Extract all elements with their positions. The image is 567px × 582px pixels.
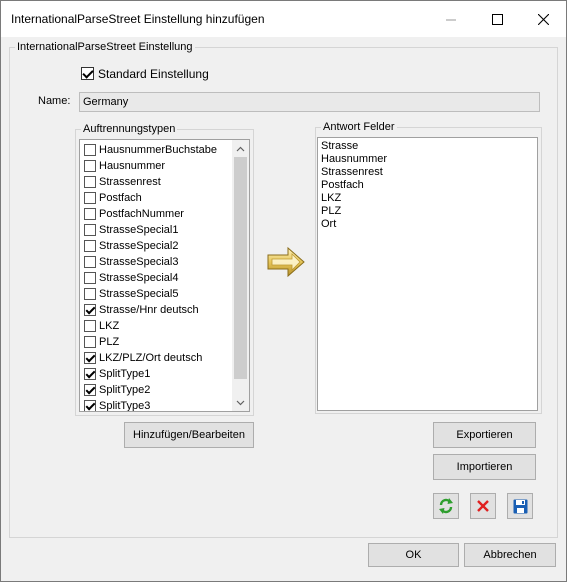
delete-button[interactable] xyxy=(470,493,496,519)
maximize-icon xyxy=(491,13,503,25)
close-icon xyxy=(537,13,549,25)
answer-line: PLZ xyxy=(321,205,342,217)
list-item-label: HausnummerBuchstabe xyxy=(99,144,218,156)
import-button[interactable]: Importieren xyxy=(433,454,536,480)
list-item-label: SplitType3 xyxy=(99,400,151,412)
name-field[interactable]: Germany xyxy=(79,92,540,112)
split-types-legend: Auftrennungstypen xyxy=(83,123,176,135)
list-item[interactable]: PostfachNummer xyxy=(82,206,232,222)
scroll-down-button[interactable] xyxy=(232,394,249,411)
list-item-checkbox[interactable] xyxy=(84,320,96,332)
list-item[interactable]: LKZ xyxy=(82,318,232,334)
refresh-icon xyxy=(439,498,453,514)
list-item-label: StrasseSpecial2 xyxy=(99,240,179,252)
list-item[interactable]: Postfach xyxy=(82,190,232,206)
list-item-label: SplitType2 xyxy=(99,384,151,396)
list-item-label: Postfach xyxy=(99,192,142,204)
answer-line: Strassenrest xyxy=(321,166,383,178)
list-item-label: Hausnummer xyxy=(99,160,166,172)
list-item-checkbox[interactable] xyxy=(84,384,96,396)
cancel-button[interactable]: Abbrechen xyxy=(464,543,556,567)
list-item-checkbox[interactable] xyxy=(84,368,96,380)
list-item-checkbox[interactable] xyxy=(84,272,96,284)
list-item-checkbox[interactable] xyxy=(84,176,96,188)
standard-checkbox-label[interactable]: Standard Einstellung xyxy=(98,67,209,81)
save-icon xyxy=(513,499,527,513)
ok-button[interactable]: OK xyxy=(368,543,459,567)
list-item[interactable]: PLZ xyxy=(82,334,232,350)
listbox-scrollbar[interactable] xyxy=(232,140,249,411)
list-item-checkbox[interactable] xyxy=(84,240,96,252)
arrow-right-icon[interactable] xyxy=(266,246,306,278)
title-bar: InternationalParseStreet Einstellung hin… xyxy=(1,1,566,37)
list-item[interactable]: SplitType1 xyxy=(82,366,232,382)
list-item-label: StrasseSpecial5 xyxy=(99,288,179,300)
list-item-label: StrasseSpecial3 xyxy=(99,256,179,268)
list-item-checkbox[interactable] xyxy=(84,352,96,364)
name-label: Name: xyxy=(38,95,71,107)
list-item-label: Strassenrest xyxy=(99,176,161,188)
answer-line: Strasse xyxy=(321,140,359,152)
dialog-window: InternationalParseStreet Einstellung hin… xyxy=(0,0,567,582)
list-item[interactable]: StrasseSpecial1 xyxy=(82,222,232,238)
answer-line: Ort xyxy=(321,218,337,230)
list-item[interactable]: Strasse/Hnr deutsch xyxy=(82,302,232,318)
list-item[interactable]: Strassenrest xyxy=(82,174,232,190)
list-item-checkbox[interactable] xyxy=(84,224,96,236)
list-item-label: SplitType1 xyxy=(99,368,151,380)
list-item-checkbox[interactable] xyxy=(84,208,96,220)
list-item[interactable]: HausnummerBuchstabe xyxy=(82,142,232,158)
list-item[interactable]: StrasseSpecial3 xyxy=(82,254,232,270)
answer-fields-textbox[interactable]: Strasse Hausnummer Strassenrest Postfach LKZ… xyxy=(317,137,538,411)
list-item-checkbox[interactable] xyxy=(84,160,96,172)
scroll-thumb[interactable] xyxy=(234,157,247,379)
chevron-down-icon xyxy=(236,400,245,405)
split-types-listbox[interactable]: HausnummerBuchstabe Hausnummer Strassenres… xyxy=(79,139,250,412)
list-item-label: LKZ/PLZ/Ort deutsch xyxy=(99,352,203,364)
answer-line: Hausnummer xyxy=(321,153,388,165)
minimize-icon xyxy=(445,19,456,20)
answer-fields-legend: Antwort Felder xyxy=(323,121,395,133)
list-item[interactable]: StrasseSpecial4 xyxy=(82,270,232,286)
list-item-label: StrasseSpecial1 xyxy=(99,224,179,236)
list-item-checkbox[interactable] xyxy=(84,400,96,411)
list-item-label: LKZ xyxy=(99,320,120,332)
minimize-button[interactable] xyxy=(428,1,474,37)
add-edit-button[interactable]: Hinzufügen/Bearbeiten xyxy=(124,422,254,448)
maximize-button[interactable] xyxy=(474,1,520,37)
main-group-legend: InternationalParseStreet Einstellung xyxy=(17,41,193,53)
list-item-label: Strasse/Hnr deutsch xyxy=(99,304,199,316)
standard-checkbox[interactable] xyxy=(81,67,94,80)
list-item-checkbox[interactable] xyxy=(84,256,96,268)
chevron-up-icon xyxy=(236,146,245,151)
list-item[interactable]: StrasseSpecial2 xyxy=(82,238,232,254)
delete-icon xyxy=(477,500,489,512)
answer-line: LKZ xyxy=(321,192,342,204)
refresh-button[interactable] xyxy=(433,493,459,519)
scroll-up-button[interactable] xyxy=(232,140,249,157)
close-button[interactable] xyxy=(520,1,566,37)
list-item[interactable]: SplitType3 xyxy=(82,398,232,412)
list-item[interactable]: StrasseSpecial5 xyxy=(82,286,232,302)
list-item[interactable]: Hausnummer xyxy=(82,158,232,174)
window-title: InternationalParseStreet Einstellung hin… xyxy=(11,12,265,26)
list-item-label: StrasseSpecial4 xyxy=(99,272,179,284)
list-item[interactable]: SplitType2 xyxy=(82,382,232,398)
answer-line: Postfach xyxy=(321,179,364,191)
list-item[interactable]: LKZ/PLZ/Ort deutsch xyxy=(82,350,232,366)
export-button[interactable]: Exportieren xyxy=(433,422,536,448)
list-item-checkbox[interactable] xyxy=(84,336,96,348)
save-button[interactable] xyxy=(507,493,533,519)
list-item-checkbox[interactable] xyxy=(84,288,96,300)
list-item-checkbox[interactable] xyxy=(84,144,96,156)
list-item-checkbox[interactable] xyxy=(84,192,96,204)
list-item-label: PostfachNummer xyxy=(99,208,184,220)
list-item-checkbox[interactable] xyxy=(84,304,96,316)
list-item-label: PLZ xyxy=(99,336,120,348)
